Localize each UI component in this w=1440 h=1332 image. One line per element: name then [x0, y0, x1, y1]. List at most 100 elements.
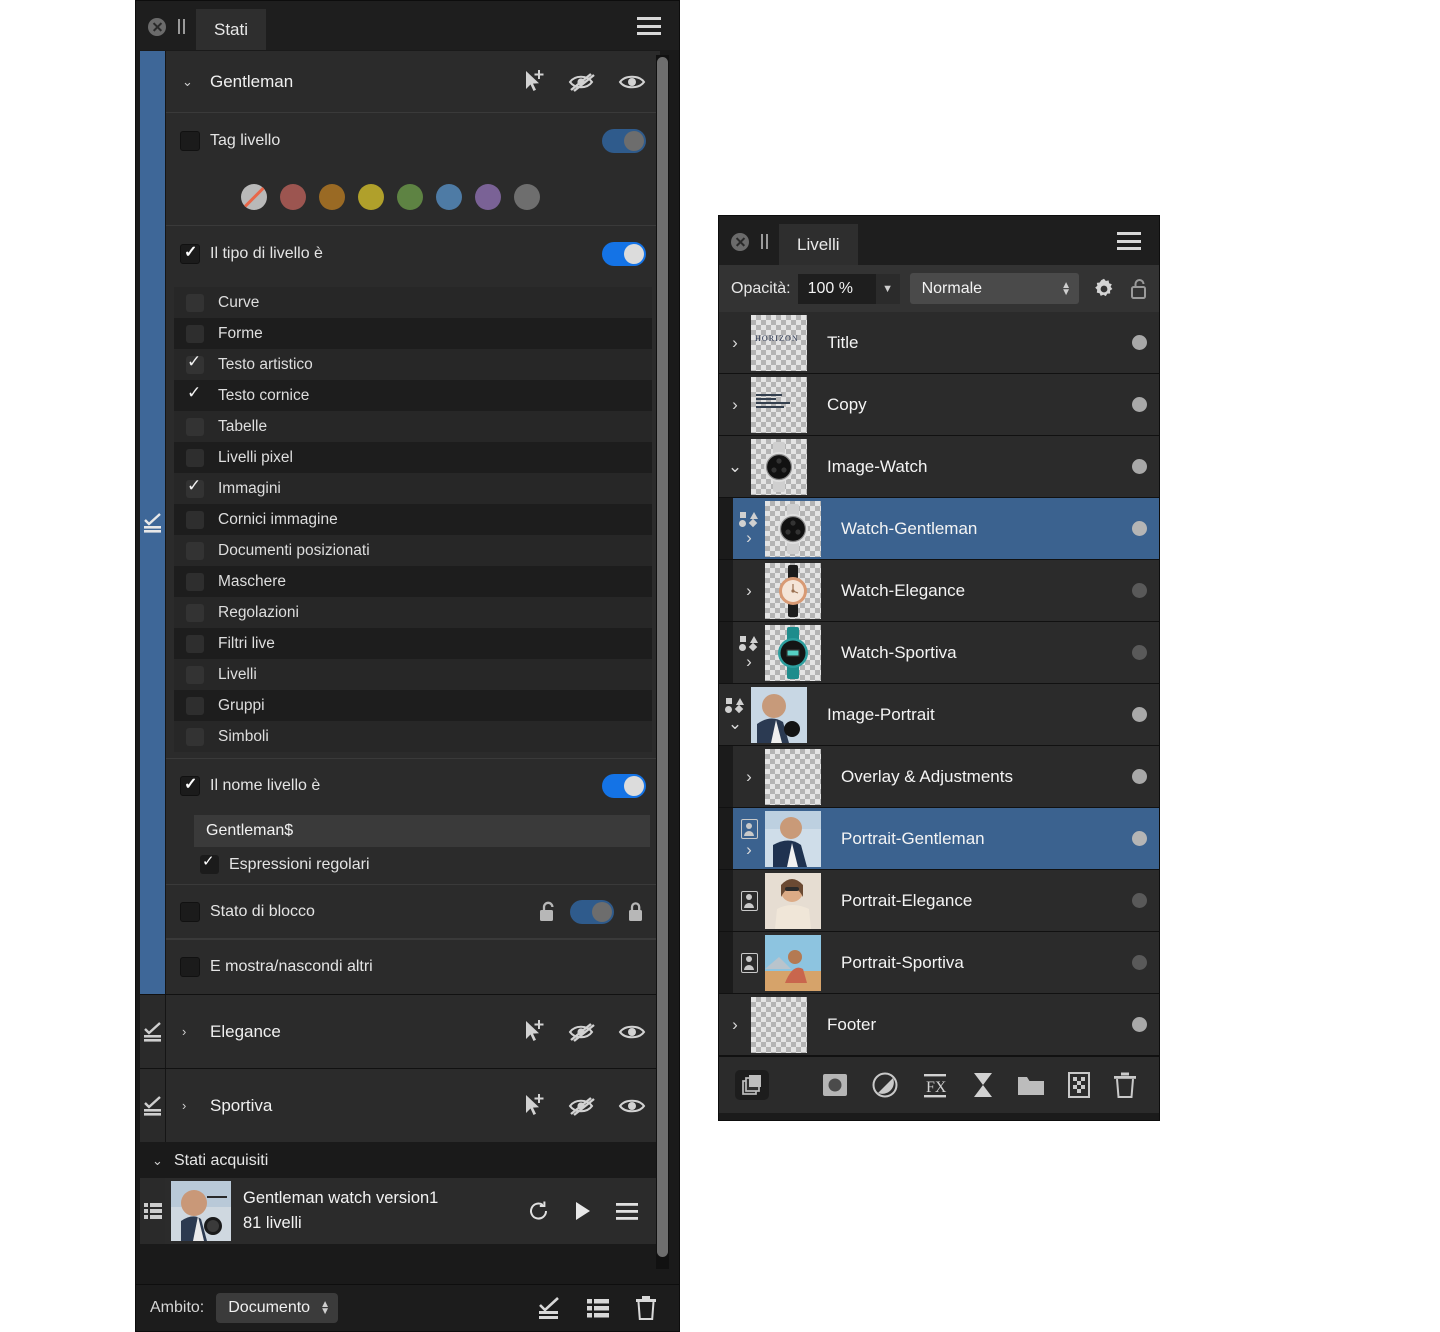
layer-visibility-toggle[interactable] — [1119, 498, 1159, 559]
cursor-add-icon[interactable] — [522, 1019, 546, 1045]
capture-state-icon[interactable] — [537, 1297, 561, 1319]
layer-type-checkbox[interactable] — [186, 572, 204, 591]
stati-scrollbar[interactable] — [656, 55, 669, 1269]
layer-visibility-toggle[interactable] — [1119, 994, 1159, 1055]
layer-expand-control[interactable]: ⌄ — [719, 684, 751, 745]
layer-type-row[interactable]: Tabelle — [174, 411, 652, 442]
gear-icon[interactable] — [1093, 278, 1115, 300]
regex-option[interactable]: Espressioni regolari — [166, 851, 660, 884]
tab-stati[interactable]: Stati — [196, 9, 267, 50]
layer-visibility-toggle[interactable] — [1119, 436, 1159, 497]
livelli-hamburger-icon[interactable] — [1117, 232, 1141, 250]
trash-icon[interactable] — [1113, 1071, 1137, 1099]
swatch-none[interactable] — [241, 183, 267, 210]
layer-expand-control[interactable]: › — [733, 808, 765, 869]
layer-row[interactable]: ⌄ Image-Portrait — [719, 684, 1159, 746]
layer-expand-control[interactable]: ⌄ — [719, 436, 751, 497]
condition-tag-livello[interactable]: Tag livello — [166, 113, 660, 168]
opacity-input[interactable]: 100 % — [797, 273, 876, 304]
live-filter-icon[interactable] — [971, 1071, 995, 1099]
show-hide-others-checkbox[interactable] — [180, 957, 200, 977]
condition-lock-state[interactable]: Stato di blocco — [166, 884, 660, 939]
layer-type-toggle[interactable] — [602, 241, 646, 266]
layer-visibility-toggle[interactable] — [1119, 684, 1159, 745]
grip-icon[interactable] — [757, 234, 771, 250]
layer-type-checkbox[interactable] — [186, 541, 204, 560]
layer-row[interactable]: › Overlay & Adjustments — [719, 746, 1159, 808]
layer-type-checkbox[interactable] — [186, 476, 204, 498]
layer-type-row[interactable]: Maschere — [174, 566, 652, 597]
layer-type-checkbox[interactable] — [186, 603, 204, 622]
regex-checkbox[interactable] — [200, 852, 219, 874]
hamburger-icon[interactable] — [616, 1202, 638, 1220]
eye-visible-icon[interactable] — [618, 72, 646, 92]
layer-row[interactable]: › Watch-Elegance — [719, 560, 1159, 622]
layer-type-row[interactable]: Simboli — [174, 721, 652, 752]
tag-livello-toggle[interactable] — [602, 128, 646, 153]
group-gutter-elegance[interactable] — [140, 995, 165, 1068]
acquired-item-gutter[interactable] — [140, 1178, 165, 1244]
layer-visibility-toggle[interactable] — [1119, 808, 1159, 869]
swatch-blue[interactable] — [436, 183, 462, 210]
layer-visibility-toggle[interactable] — [1119, 746, 1159, 807]
mask-icon[interactable] — [821, 1071, 849, 1099]
layer-type-row[interactable]: Testo artistico — [174, 349, 652, 380]
swatch-yellow[interactable] — [358, 183, 384, 210]
stati-hamburger-icon[interactable] — [637, 17, 661, 35]
eye-hidden-icon[interactable] — [568, 1096, 596, 1116]
group-folder-icon[interactable] — [1017, 1073, 1045, 1097]
layer-type-row[interactable]: Immagini — [174, 473, 652, 504]
layer-row[interactable]: › HORIZON Title — [719, 312, 1159, 374]
cursor-add-icon[interactable] — [522, 1093, 546, 1119]
layer-visibility-toggle[interactable] — [1119, 870, 1159, 931]
layer-type-checkbox[interactable] — [180, 242, 200, 264]
layer-visibility-toggle[interactable] — [1119, 622, 1159, 683]
chevron-right-icon[interactable]: › — [746, 768, 752, 785]
layer-type-checkbox[interactable] — [186, 634, 204, 653]
swatch-red[interactable] — [280, 183, 306, 210]
layer-row[interactable]: › Portrait-Gentleman — [719, 808, 1159, 870]
chevron-right-icon[interactable]: › — [732, 1016, 738, 1033]
group-gutter-active[interactable] — [140, 51, 165, 994]
layer-type-row[interactable]: Regolazioni — [174, 597, 652, 628]
layer-type-row[interactable]: Forme — [174, 318, 652, 349]
layer-type-checkbox[interactable] — [186, 696, 204, 715]
group-gutter-sportiva[interactable] — [140, 1069, 165, 1142]
reset-icon[interactable] — [528, 1200, 550, 1222]
close-icon[interactable] — [148, 18, 166, 36]
layer-visibility-toggle[interactable] — [1119, 560, 1159, 621]
group-header-elegance[interactable]: › Elegance — [165, 995, 660, 1068]
layer-type-row[interactable]: Filtri live — [174, 628, 652, 659]
layer-type-row[interactable]: Documenti posizionati — [174, 535, 652, 566]
eye-visible-icon[interactable] — [618, 1022, 646, 1042]
chevron-down-icon[interactable]: ⌄ — [728, 715, 742, 732]
chevron-right-icon[interactable]: › — [746, 529, 752, 546]
layer-row[interactable]: › Watch-Sportiva — [719, 622, 1159, 684]
layer-type-row[interactable]: Gruppi — [174, 690, 652, 721]
scope-select[interactable]: Documento ▲ ▼ — [216, 1293, 338, 1323]
layers-stack-button[interactable] — [735, 1070, 769, 1100]
blend-mode-select[interactable]: Normale ▲ ▼ — [909, 273, 1079, 304]
layer-type-row[interactable]: Livelli — [174, 659, 652, 690]
condition-show-hide-others[interactable]: E mostra/nascondi altri — [166, 939, 660, 994]
layer-expand-control[interactable]: › — [719, 312, 751, 373]
tab-livelli[interactable]: Livelli — [779, 224, 858, 265]
layer-expand-control[interactable]: › — [733, 746, 765, 807]
opacity-dropdown-icon[interactable]: ▼ — [875, 273, 900, 304]
layer-type-checkbox[interactable] — [186, 352, 204, 374]
grip-icon[interactable] — [174, 19, 188, 35]
layer-name-input[interactable]: Gentleman$ — [194, 815, 650, 847]
layer-row[interactable]: › Copy — [719, 374, 1159, 436]
layer-type-checkbox[interactable] — [186, 510, 204, 529]
layer-type-checkbox[interactable] — [186, 665, 204, 684]
layer-row[interactable]: Portrait-Elegance — [719, 870, 1159, 932]
condition-layer-name[interactable]: Il nome livello è — [166, 758, 660, 813]
trash-icon[interactable] — [635, 1296, 657, 1320]
adjustment-icon[interactable] — [871, 1071, 899, 1099]
layer-expand-control[interactable]: › — [733, 498, 765, 559]
swatch-green[interactable] — [397, 183, 423, 210]
tag-livello-checkbox[interactable] — [180, 130, 200, 151]
chevron-right-icon[interactable]: › — [732, 334, 738, 351]
play-icon[interactable] — [574, 1201, 592, 1221]
fx-icon[interactable]: FX — [921, 1071, 949, 1099]
